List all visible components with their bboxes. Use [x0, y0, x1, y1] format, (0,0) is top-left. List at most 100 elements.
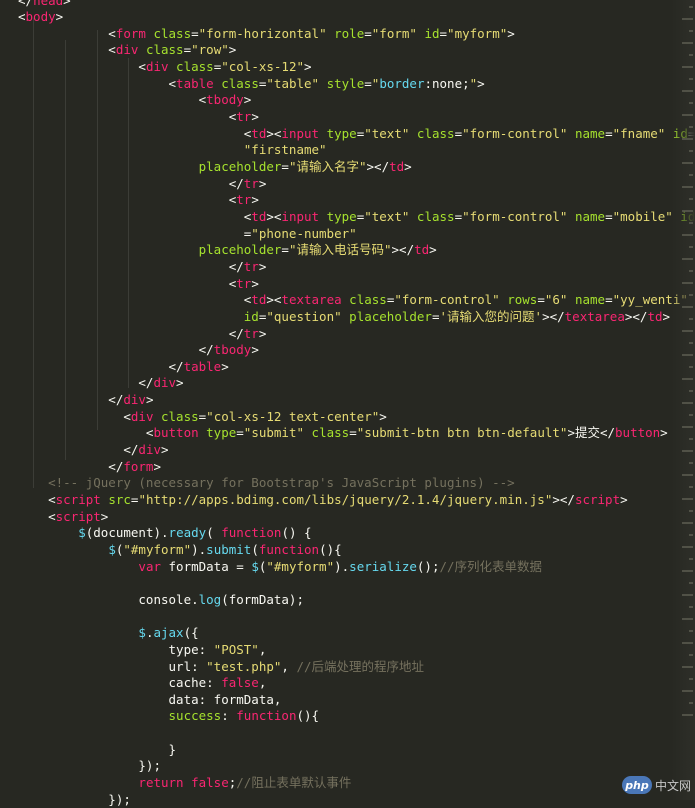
code-token: =: [183, 42, 192, 58]
php-logo: php: [621, 776, 652, 794]
code-token: "form-control": [394, 292, 500, 308]
code-line: </div>: [18, 374, 183, 391]
code-token: >: [251, 192, 259, 208]
code-editor[interactable]: </head> <body> <form class="form-horizont…: [0, 0, 695, 807]
code-token: "test.php": [206, 658, 282, 674]
minimap-line: [682, 474, 693, 476]
code-token: >: [145, 392, 154, 408]
minimap-line: [689, 102, 693, 104]
minimap-line: [689, 510, 693, 512]
code-token: =: [454, 208, 463, 224]
code-token: tr: [243, 258, 259, 274]
code-token: "#myform": [266, 558, 335, 574]
code-token: table: [183, 358, 222, 374]
minimap-line: [689, 6, 693, 8]
code-token: "6": [544, 292, 568, 308]
code-line: </tr>: [18, 325, 267, 342]
minimap-line: [682, 234, 693, 236]
code-token: </: [18, 175, 244, 191]
minimap-line: [682, 42, 693, 44]
code-token: "fname": [612, 125, 666, 141]
indent-guide: [33, 18, 34, 488]
minimap-line: [682, 138, 693, 140]
code-token: >: [304, 59, 312, 75]
code-line: <table class="table" style="border:none;…: [18, 75, 485, 92]
code-token: =: [364, 25, 372, 41]
code-token: data: formData,: [18, 691, 282, 707]
code-token: "question": [266, 308, 342, 324]
code-token: ajax: [153, 625, 184, 641]
minimap-line: [689, 678, 693, 680]
code-token: "form-control": [462, 208, 568, 224]
code-token: </: [18, 358, 184, 374]
indent-guide: [97, 30, 98, 430]
code-token: >: [63, 0, 71, 8]
watermark: php 中文网: [621, 774, 691, 796]
code-token: ></: [624, 308, 648, 324]
code-token: ,: [258, 675, 267, 691]
minimap[interactable]: [671, 0, 695, 800]
code-token: <: [18, 59, 146, 75]
code-line: <div class="row">: [18, 41, 236, 58]
code-token: class: [221, 75, 259, 91]
code-token: <!-- jQuery (necessary for Bootstrap's J…: [18, 475, 515, 491]
code-line: <tbody>: [18, 91, 252, 108]
code-token: >: [660, 425, 668, 441]
code-token: >: [620, 492, 628, 507]
minimap-line: [689, 414, 693, 416]
code-token: false: [191, 775, 229, 791]
code-token: "请输入名字": [288, 159, 367, 174]
code-token: >: [662, 308, 671, 324]
code-line: </div>: [18, 391, 153, 408]
code-line: ="phone-number": [18, 225, 357, 242]
minimap-line: [682, 114, 693, 116]
code-token: ></: [391, 242, 415, 258]
code-token: td: [647, 308, 663, 324]
code-token: =: [281, 242, 289, 258]
code-line: placeholder="请输入名字"></td>: [18, 158, 412, 175]
code-token: >: [161, 442, 169, 458]
code-token: tr: [243, 175, 259, 191]
code-line: $("#myform").submit(function(){: [18, 541, 341, 558]
minimap-line: [682, 306, 693, 308]
code-token: ></: [552, 492, 575, 507]
code-token: "POST": [213, 641, 259, 657]
code-line: <td><input type="text" class="form-contr…: [18, 208, 695, 225]
minimap-line: [689, 78, 693, 80]
code-token: "myform": [447, 25, 508, 41]
minimap-line: [682, 714, 693, 716]
code-token: input: [281, 125, 320, 141]
code-token: td: [251, 208, 267, 224]
code-token: serialize: [349, 558, 417, 574]
code-token: ({: [183, 625, 199, 641]
code-token: class: [176, 59, 214, 75]
code-line: <!-- jQuery (necessary for Bootstrap's J…: [18, 474, 515, 491]
code-token: console.: [18, 591, 199, 607]
code-token: formData =: [161, 558, 252, 574]
code-token: "form-horizontal": [198, 25, 327, 41]
code-line: </div>: [18, 441, 169, 458]
code-token: >提交</: [567, 425, 616, 441]
code-token: });: [18, 791, 131, 807]
code-token: (: [206, 525, 222, 541]
code-line: </form>: [18, 458, 161, 475]
code-line: </table>: [18, 358, 229, 375]
code-token: id: [243, 308, 259, 324]
minimap-line: [689, 198, 693, 200]
code-token: <: [18, 9, 26, 25]
code-token: >: [477, 75, 485, 91]
code-token: //序列化表单数据: [439, 558, 543, 574]
code-token: }: [18, 741, 177, 757]
code-token: name: [574, 292, 606, 308]
code-token: placeholder: [198, 242, 282, 258]
code-line: <form class="form-horizontal" role="form…: [18, 25, 515, 42]
code-line: <td><input type="text" class="form-contr…: [18, 125, 695, 142]
code-token: >: [251, 275, 259, 291]
code-token: border: [379, 75, 425, 91]
minimap-line: [689, 438, 693, 440]
code-token: (formData);: [221, 591, 304, 607]
